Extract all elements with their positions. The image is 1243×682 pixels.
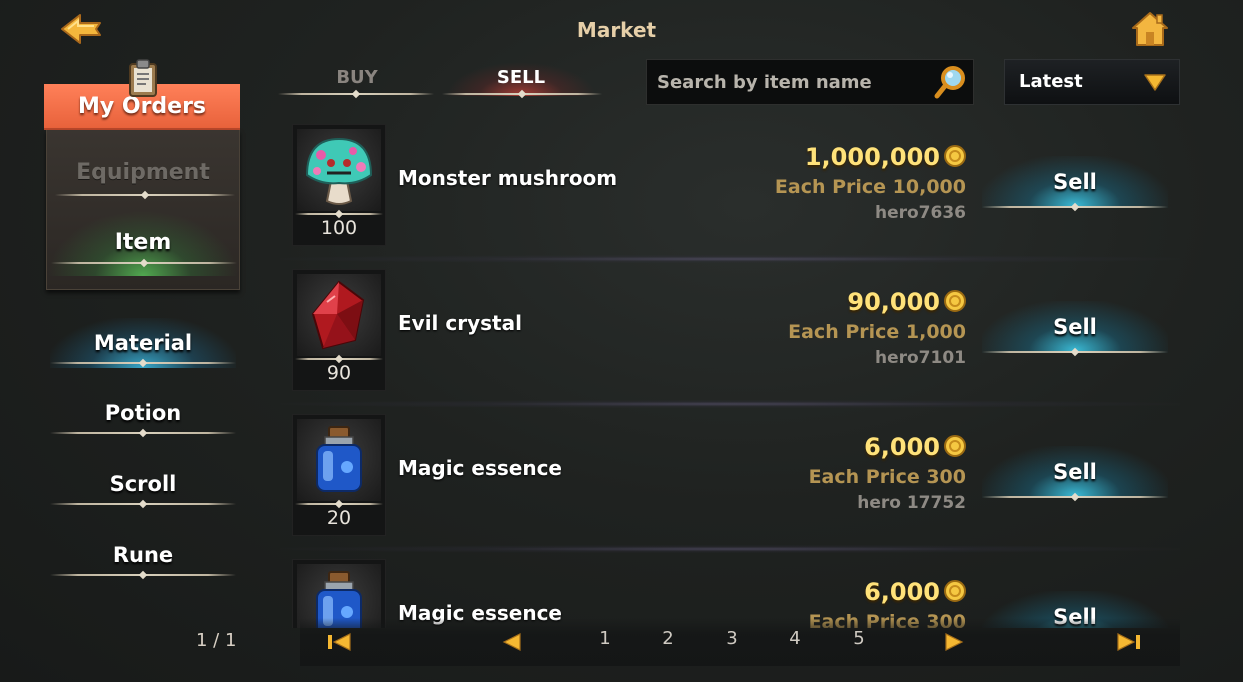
each-price: Each Price 1,000 [788, 321, 966, 343]
divider [51, 262, 237, 264]
clipboard-icon [126, 58, 160, 98]
divider [50, 362, 236, 364]
divider [55, 194, 235, 196]
item-slot: 100 [292, 124, 386, 246]
last-page-icon[interactable] [1116, 632, 1142, 652]
item-name: Evil crystal [398, 311, 522, 335]
gold-coin-icon [944, 435, 966, 457]
gold-coin-icon [944, 580, 966, 602]
page-title: Market [576, 18, 657, 42]
sort-selected-value: Latest [1019, 71, 1083, 92]
sell-button-label: Sell [1053, 315, 1097, 339]
next-page-icon[interactable] [940, 632, 966, 652]
page-counter: 1 / 1 [196, 630, 237, 651]
divider [295, 358, 383, 360]
divider [278, 93, 434, 95]
seller-name: hero7636 [874, 203, 966, 223]
potion-bottle-icon [316, 426, 362, 492]
each-price: Each Price 10,000 [774, 176, 966, 198]
listing-row: 20 Magic essence 6,000 Each Price 300 he… [280, 406, 1180, 553]
mushroom-icon [305, 137, 373, 205]
sort-dropdown[interactable]: Latest [1004, 59, 1180, 105]
seller-name: hero7101 [874, 348, 966, 368]
home-button[interactable] [1130, 10, 1170, 48]
sell-button[interactable]: Sell [982, 301, 1168, 353]
pagination: 1 2 3 4 5 [300, 618, 1180, 666]
page-number[interactable]: 5 [844, 628, 874, 649]
total-price: 1,000,000 [804, 143, 940, 171]
item-name: Monster mushroom [398, 166, 618, 190]
category-panel: Equipment Item [46, 130, 240, 290]
each-price: Each Price 300 [808, 466, 966, 488]
item-name: Magic essence [398, 456, 562, 480]
price-block: 1,000,000 Each Price 10,000 hero7636 [775, 142, 966, 224]
listing-row: 90 Evil crystal 90,000 Each Price 1,000 … [280, 261, 1180, 408]
search-icon[interactable] [933, 64, 967, 100]
listing-row: 100 Monster mushroom 1,000,000 Each Pric… [280, 116, 1180, 263]
divider [982, 496, 1168, 498]
crystal-icon [311, 280, 365, 350]
seller-name: hero 17752 [857, 493, 966, 513]
sell-button-label: Sell [1053, 170, 1097, 194]
divider [50, 503, 236, 505]
divider [50, 432, 236, 434]
total-price: 6,000 [864, 433, 940, 461]
item-quantity: 100 [320, 217, 358, 239]
chevron-down-icon [1144, 74, 1166, 91]
price-block: 6,000 Each Price 300 hero 17752 [809, 432, 966, 514]
divider [50, 574, 236, 576]
search-input[interactable] [647, 60, 927, 104]
page-number[interactable]: 3 [717, 628, 747, 649]
page-number[interactable]: 1 [590, 628, 620, 649]
sell-button-label: Sell [1053, 460, 1097, 484]
item-quantity: 90 [326, 362, 352, 384]
divider [982, 206, 1168, 208]
first-page-icon[interactable] [326, 632, 352, 652]
item-quantity: 20 [326, 507, 352, 529]
sell-button[interactable]: Sell [982, 446, 1168, 498]
page-number[interactable]: 2 [653, 628, 683, 649]
divider [295, 213, 383, 215]
divider [442, 93, 602, 95]
prev-page-icon[interactable] [500, 632, 526, 652]
home-icon [1132, 12, 1168, 46]
divider [982, 351, 1168, 353]
price-block: 90,000 Each Price 1,000 hero7101 [788, 287, 966, 369]
gold-coin-icon [944, 145, 966, 167]
page-number[interactable]: 4 [780, 628, 810, 649]
item-slot: 90 [292, 269, 386, 391]
item-slot: 20 [292, 414, 386, 536]
listing-row: Magic essence 6,000 Each Price 300 Sell [280, 551, 1180, 628]
total-price: 90,000 [847, 288, 940, 316]
listing-list: 100 Monster mushroom 1,000,000 Each Pric… [280, 116, 1180, 628]
sell-button[interactable]: Sell [982, 156, 1168, 208]
total-price: 6,000 [864, 578, 940, 606]
gold-coin-icon [944, 290, 966, 312]
search-box [646, 59, 974, 105]
divider [295, 503, 383, 505]
